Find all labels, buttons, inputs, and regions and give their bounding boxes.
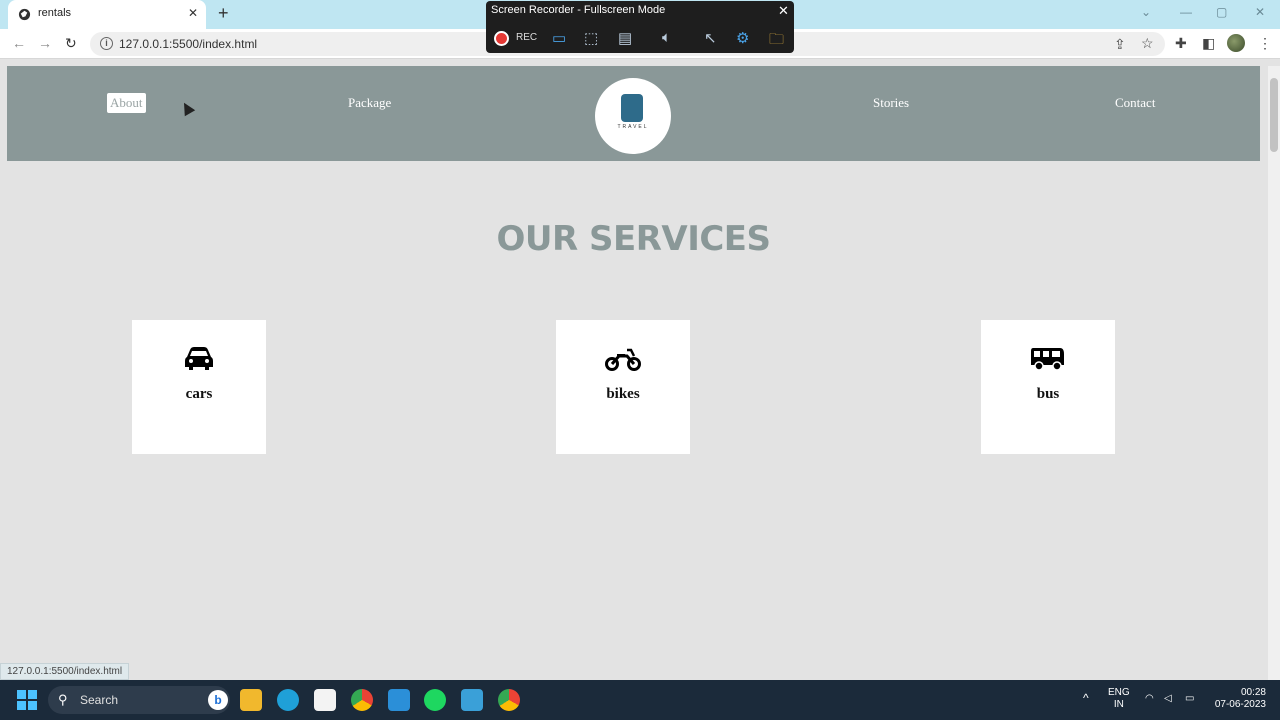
- format-icon[interactable]: ▤: [618, 29, 632, 47]
- notepad-icon[interactable]: [461, 689, 483, 711]
- back-button[interactable]: ←: [12, 35, 26, 51]
- lang-top: ENG: [1108, 687, 1130, 698]
- tab-close-icon[interactable]: ✕: [188, 6, 198, 20]
- nav-stories[interactable]: Stories: [873, 95, 909, 111]
- recorder-close-icon[interactable]: ✕: [778, 3, 789, 19]
- store-icon[interactable]: [314, 689, 336, 711]
- bing-icon[interactable]: b: [208, 690, 228, 710]
- search-placeholder: Search: [80, 693, 119, 707]
- nav-package[interactable]: Package: [348, 95, 391, 111]
- language-indicator[interactable]: ENG IN: [1108, 687, 1130, 711]
- menu-icon[interactable]: ⋮: [1258, 35, 1272, 52]
- service-label: cars: [185, 386, 213, 402]
- service-card-bikes[interactable]: bikes: [556, 320, 690, 454]
- folder-icon[interactable]: 🗀: [769, 29, 784, 54]
- maximize-button[interactable]: ▢: [1216, 5, 1227, 19]
- speaker-icon[interactable]: 🔈︎: [662, 29, 671, 46]
- site-logo[interactable]: TRAVEL: [595, 78, 671, 154]
- record-icon[interactable]: [494, 31, 509, 46]
- screen-recorder-panel: Screen Recorder - Fullscreen Mode ✕ REC …: [486, 1, 794, 53]
- service-label: bus: [1036, 386, 1060, 402]
- battery-icon[interactable]: ▭: [1185, 693, 1194, 705]
- chevron-up-icon[interactable]: ^: [1083, 692, 1089, 704]
- service-card-cars[interactable]: cars: [132, 320, 266, 454]
- share-icon[interactable]: ⇪: [1114, 36, 1126, 53]
- close-window-button[interactable]: ✕: [1255, 5, 1265, 19]
- nav-contact[interactable]: Contact: [1115, 95, 1155, 111]
- car-icon: [132, 346, 266, 377]
- reload-button[interactable]: ↻: [65, 35, 77, 52]
- clock[interactable]: 00:28 07-06-2023: [1210, 687, 1266, 711]
- gear-icon[interactable]: ⚙: [736, 29, 749, 47]
- service-card-bus[interactable]: bus: [981, 320, 1115, 454]
- suitcase-icon: [621, 94, 643, 122]
- clock-date: 07-06-2023: [1214, 699, 1266, 710]
- minimize-button[interactable]: —: [1180, 5, 1192, 19]
- chrome-profile-icon[interactable]: [498, 689, 520, 711]
- clock-time: 00:28: [1240, 687, 1266, 698]
- nav-about[interactable]: About: [107, 93, 146, 113]
- browser-tab[interactable]: rentals ✕: [8, 0, 206, 29]
- bus-icon: [981, 346, 1115, 377]
- webpage: About Package TRAVEL Stories Contact OUR…: [7, 66, 1260, 686]
- scrollbar-thumb[interactable]: [1270, 78, 1278, 152]
- profile-avatar[interactable]: [1227, 34, 1245, 52]
- section-title: OUR SERVICES: [496, 219, 771, 259]
- vscode-icon[interactable]: [388, 689, 410, 711]
- motorcycle-icon: [556, 346, 690, 377]
- monitor-icon[interactable]: ▭: [552, 29, 566, 47]
- lang-bottom: IN: [1113, 699, 1124, 710]
- windows-start-icon[interactable]: [17, 690, 37, 710]
- globe-icon: [18, 8, 31, 21]
- site-header: About Package TRAVEL Stories Contact: [7, 66, 1260, 161]
- taskbar-search[interactable]: ⚲ Search b: [48, 686, 230, 714]
- page-scrollbar[interactable]: [1268, 66, 1280, 680]
- info-icon[interactable]: i: [100, 37, 113, 50]
- chevron-down-icon[interactable]: ⌄: [1141, 5, 1151, 19]
- mouse-cursor-icon: [178, 99, 196, 117]
- service-label: bikes: [606, 386, 640, 402]
- edge-icon[interactable]: [277, 689, 299, 711]
- region-select-icon[interactable]: ⬚: [584, 29, 598, 47]
- tab-title: rentals: [38, 7, 72, 19]
- extensions-icon[interactable]: ✚: [1175, 35, 1187, 52]
- forward-button[interactable]: →: [38, 35, 52, 51]
- volume-icon[interactable]: ◁: [1164, 693, 1172, 705]
- cursor-icon[interactable]: ↖: [704, 29, 717, 47]
- new-tab-button[interactable]: +: [218, 4, 229, 22]
- search-icon: ⚲: [58, 692, 68, 707]
- record-label: REC: [516, 32, 538, 43]
- recorder-title: Screen Recorder - Fullscreen Mode: [491, 4, 666, 16]
- status-bar-url: 127.0.0.1:5500/index.html: [0, 663, 130, 680]
- spotify-icon[interactable]: [424, 689, 446, 711]
- chrome-icon[interactable]: [351, 689, 373, 711]
- file-explorer-icon[interactable]: [240, 689, 262, 711]
- address-url[interactable]: 127.0.0.1:5500/index.html: [119, 37, 257, 51]
- side-panel-icon[interactable]: ◧: [1202, 35, 1215, 52]
- windows-taskbar: ⚲ Search b ^ ENG IN ◠ ◁ ▭ 00:28 07-06-20…: [0, 680, 1280, 720]
- star-icon[interactable]: ☆: [1141, 35, 1154, 52]
- logo-text: TRAVEL: [617, 124, 649, 130]
- wifi-icon[interactable]: ◠: [1145, 693, 1154, 705]
